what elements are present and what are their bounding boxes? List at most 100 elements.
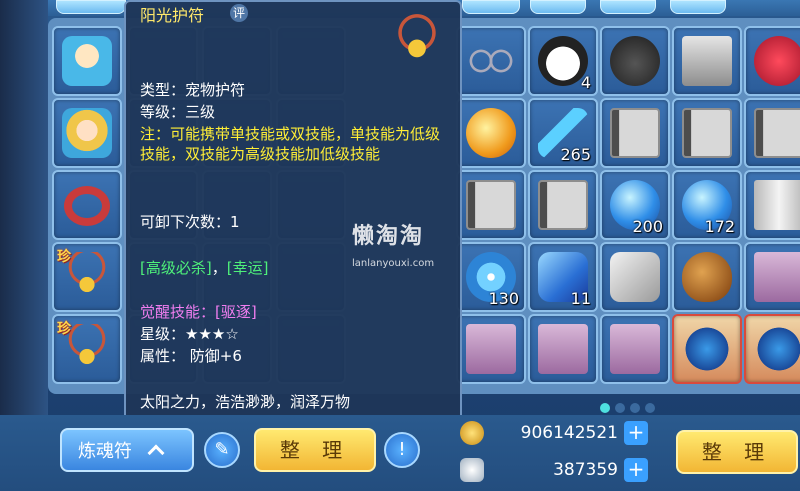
- inventory-slot[interactable]: [672, 314, 742, 384]
- inventory-slot[interactable]: [52, 170, 122, 240]
- category-dropdown[interactable]: 炼魂符: [60, 428, 194, 472]
- rare-badge: 珍: [57, 321, 71, 337]
- inventory-slot[interactable]: [744, 170, 800, 240]
- scroll-icon: [754, 180, 800, 230]
- page-dot[interactable]: [630, 403, 640, 413]
- inventory-slot[interactable]: 265: [528, 98, 598, 168]
- star-rating: 星级：★★★☆: [140, 325, 239, 343]
- sort-button-right[interactable]: 整 理: [676, 430, 798, 474]
- inventory-slot[interactable]: 珍: [52, 314, 122, 384]
- inventory-slot[interactable]: [600, 242, 670, 312]
- inventory-slot[interactable]: [456, 26, 526, 96]
- book-icon: [610, 108, 660, 158]
- inventory-slot[interactable]: 4: [528, 26, 598, 96]
- book-icon: [682, 108, 732, 158]
- seed-icon: [682, 252, 732, 302]
- page-dot[interactable]: [615, 403, 625, 413]
- silver-currency: 387359 +: [460, 457, 648, 483]
- mask-icon: [62, 36, 112, 86]
- item-quantity: 130: [488, 289, 519, 308]
- inventory-slot[interactable]: 珍: [52, 242, 122, 312]
- item-tooltip: 阳光护符 评 类型：宠物护符 等级：三级 注：可能携带单技能或双技能，单技能为低…: [124, 0, 462, 425]
- item-title: 阳光护符: [140, 6, 205, 25]
- inventory-slot[interactable]: [600, 314, 670, 384]
- item-quantity: 4: [580, 73, 591, 92]
- skills-line: [高级必杀]，[幸运]: [140, 258, 268, 278]
- help-button[interactable]: !: [384, 432, 420, 468]
- item-attribute: 属性： 防御+6: [140, 347, 242, 365]
- silver-value: 387359: [553, 460, 618, 480]
- gold-value: 906142521: [520, 423, 618, 443]
- book-icon: [538, 180, 588, 230]
- awaken-label: 觉醒技能：: [140, 303, 216, 321]
- inventory-slot[interactable]: [672, 242, 742, 312]
- watermark-url: lanlanyouxi.com: [352, 258, 435, 269]
- inventory-slot[interactable]: [672, 26, 742, 96]
- top-tab-5[interactable]: [670, 0, 726, 14]
- top-tab-1[interactable]: [56, 0, 126, 14]
- inventory-slot[interactable]: [744, 98, 800, 168]
- skill-separator: ，: [211, 259, 227, 277]
- inventory-slot[interactable]: 172: [672, 170, 742, 240]
- pet-card-icon: [538, 324, 588, 374]
- sort-button-left[interactable]: 整 理: [254, 428, 376, 472]
- top-tab-3[interactable]: [530, 0, 586, 14]
- add-gold-button[interactable]: +: [624, 421, 648, 445]
- feather-icon: [754, 324, 800, 374]
- blonde-mask-icon: [62, 108, 112, 158]
- inventory-slot[interactable]: [456, 314, 526, 384]
- inventory-slot[interactable]: [52, 98, 122, 168]
- skill-1: [高级必杀]: [140, 259, 212, 277]
- pet-card-icon: [466, 324, 516, 374]
- golden-orb-icon: [466, 108, 516, 158]
- chevron-up-icon: [147, 444, 165, 462]
- page-dot[interactable]: [600, 403, 610, 413]
- inventory-slot[interactable]: [528, 170, 598, 240]
- edit-pencil-icon[interactable]: ✎: [204, 432, 240, 468]
- rare-badge: 珍: [57, 249, 71, 265]
- add-silver-button[interactable]: +: [624, 458, 648, 482]
- page-dot[interactable]: [645, 403, 655, 413]
- red-seal-icon: [754, 36, 800, 86]
- item-quantity: 265: [560, 145, 591, 164]
- inventory-slot[interactable]: [744, 314, 800, 384]
- unload-count: 可卸下次数：1: [140, 213, 240, 231]
- collar-icon: [64, 186, 110, 226]
- top-tab-4[interactable]: [600, 0, 656, 14]
- amulet-icon: [386, 12, 448, 64]
- inventory-slot[interactable]: 200: [600, 170, 670, 240]
- gold-coin-icon: [460, 421, 484, 445]
- book-icon: [754, 108, 800, 158]
- inventory-slot[interactable]: [600, 98, 670, 168]
- top-tab-2[interactable]: [462, 0, 520, 14]
- category-label: 炼魂符: [78, 441, 132, 462]
- pet-card-icon: [610, 324, 660, 374]
- skill-2: [幸运]: [226, 259, 269, 277]
- gold-currency: 906142521 +: [460, 420, 648, 446]
- page-indicator: [600, 398, 660, 413]
- book-icon: [466, 180, 516, 230]
- inventory-slot[interactable]: 130: [456, 242, 526, 312]
- inventory-slot[interactable]: [744, 242, 800, 312]
- awaken-line: 觉醒技能：[驱逐]: [140, 302, 257, 322]
- pet-card-icon: [754, 252, 800, 302]
- awaken-skill: [驱逐]: [215, 303, 257, 321]
- feather-icon: [682, 324, 732, 374]
- item-quantity: 172: [704, 217, 735, 236]
- inventory-slot[interactable]: [672, 98, 742, 168]
- inventory-slot[interactable]: [456, 170, 526, 240]
- bag-icon: [610, 36, 660, 86]
- item-level: 等级：三级: [140, 103, 216, 121]
- flavor-text: 太阳之力，浩浩渺渺，润泽万物: [140, 393, 351, 411]
- item-quantity: 11: [570, 289, 591, 308]
- inventory-slot[interactable]: [600, 26, 670, 96]
- inventory-slot[interactable]: 11: [528, 242, 598, 312]
- inventory-slot[interactable]: [456, 98, 526, 168]
- inventory-slot[interactable]: [52, 26, 122, 96]
- glasses-icon: [466, 36, 516, 86]
- inventory-slot[interactable]: [744, 26, 800, 96]
- chest-icon: [682, 36, 732, 86]
- rate-badge[interactable]: 评: [230, 4, 248, 22]
- inventory-slot[interactable]: [528, 314, 598, 384]
- item-quantity: 200: [632, 217, 663, 236]
